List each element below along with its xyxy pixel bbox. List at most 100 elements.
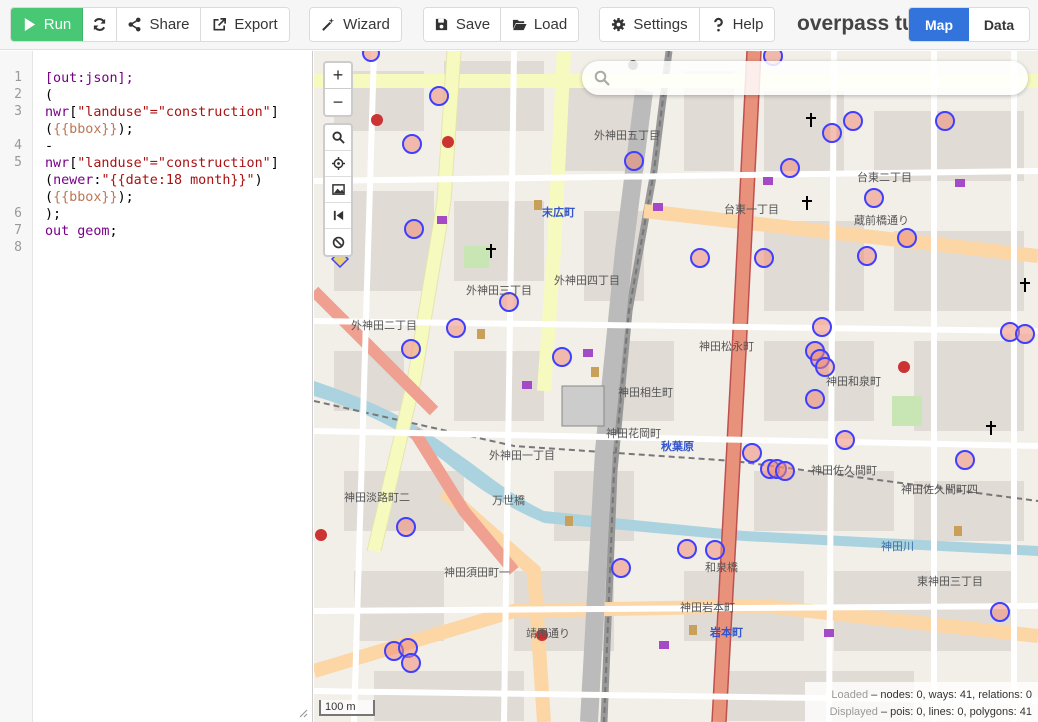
code-token: - (45, 139, 54, 154)
load-label: Load (533, 16, 568, 33)
query-editor[interactable]: 1 2 3 4 5 6 7 8 [out:json]; ( nwr["landu… (0, 51, 313, 722)
map-label: 台東二丁目 (857, 172, 912, 184)
map-label: 岩本町 (710, 627, 743, 639)
help-label: Help (732, 16, 764, 33)
map-label: 外神田四丁目 (554, 275, 620, 287)
map-label: 神田須田町一 (444, 567, 510, 579)
run-label: Run (43, 16, 72, 33)
map-tools-control (323, 123, 353, 257)
stats-displayed-value: – pois: 0, lines: 0, polygons: 41 (877, 706, 1032, 718)
share-button[interactable]: Share (117, 8, 201, 41)
code-line-5-wrap-1: (newer:"{{date:18 month}}") (45, 173, 263, 188)
resize-handle-icon[interactable] (298, 708, 308, 718)
map-view[interactable]: 外神田五丁目 外神田四丁目 外神田三丁目 外神田二丁目 外神田一丁目 末広町 秋… (314, 51, 1038, 722)
map-search-box (582, 61, 1028, 95)
code-token: ); (45, 207, 62, 222)
zoom-in-button[interactable]: + (325, 63, 351, 89)
magic-wand-icon (322, 17, 335, 31)
line-number: 1 (14, 70, 22, 85)
code-token: {{bbox}} (53, 122, 118, 137)
map-label: 靖国通り (526, 628, 570, 640)
map-label: 外神田五丁目 (594, 130, 660, 142)
code-token: "landuse"="construction" (77, 156, 271, 171)
map-label: 末広町 (542, 207, 575, 219)
line-number: 8 (14, 240, 22, 255)
code-token: nwr (45, 105, 70, 120)
crosshair-icon (331, 157, 345, 170)
code-token: "{{date:18 month}}" (101, 173, 255, 188)
fullscreen-button[interactable] (325, 203, 351, 229)
code-line-1: [out:json]; (45, 70, 134, 87)
map-label: 蔵前橋通り (854, 215, 909, 227)
map-label: 神田岩本町 (680, 602, 735, 614)
line-number: 6 (14, 206, 22, 221)
code-line-3-wrap: ({{bbox}}); (45, 122, 134, 137)
map-label: 神田松永町 (699, 341, 754, 353)
map-label: 東神田三丁目 (917, 576, 983, 588)
save-load-group: Save Load (423, 7, 579, 42)
save-button[interactable]: Save (424, 8, 501, 41)
share-label: Share (149, 16, 190, 33)
map-label: 神田花岡町 (606, 428, 661, 440)
wizard-label: Wizard (343, 16, 390, 33)
load-button[interactable]: Load (501, 8, 578, 41)
code-line-4: - (45, 138, 53, 155)
map-label: 神田相生町 (618, 387, 673, 399)
code-line-5: nwr["landuse"="construction"] (45, 156, 279, 171)
refresh-button[interactable] (83, 8, 117, 41)
step-backward-icon (333, 210, 343, 221)
data-stats: Loaded – nodes: 0, ways: 41, relations: … (805, 682, 1038, 722)
map-search-input[interactable] (618, 70, 1018, 86)
code-token: ; (109, 224, 118, 239)
code-line-5-wrap-2: ({{bbox}}); (45, 190, 134, 205)
external-link-icon (213, 18, 227, 31)
zoom-out-button[interactable]: − (325, 89, 351, 115)
share-icon (128, 17, 141, 32)
code-line-2: ( (45, 87, 53, 104)
code-line-6: ); (45, 206, 61, 223)
image-icon (331, 184, 345, 195)
code-token: nwr (45, 156, 70, 171)
map-label: 神田淡路町二 (344, 492, 410, 504)
stats-loaded-label: Loaded (831, 689, 869, 701)
zoom-control: + − (323, 61, 353, 117)
export-image-button[interactable] (325, 177, 351, 203)
stats-loaded-value: – nodes: 0, ways: 41, relations: 0 (868, 689, 1032, 701)
magnifier-icon (331, 131, 345, 144)
locate-me-button[interactable] (325, 151, 351, 177)
folder-open-icon (512, 19, 527, 31)
view-tabs: Map Data (908, 7, 1030, 42)
map-label: 和泉橋 (705, 562, 738, 574)
help-button[interactable]: Help (700, 8, 774, 41)
code-line-7: out geom; (45, 223, 118, 240)
line-number: 4 (14, 138, 22, 153)
save-label: Save (455, 16, 491, 33)
tab-data[interactable]: Data (969, 8, 1029, 41)
export-button[interactable]: Export (201, 8, 289, 41)
map-label: 外神田三丁目 (466, 285, 532, 297)
search-icon (594, 70, 610, 86)
tab-map[interactable]: Map (909, 8, 969, 41)
wizard-button[interactable]: Wizard (310, 8, 401, 41)
line-number-gutter: 1 2 3 4 5 6 7 8 (0, 51, 33, 722)
stats-displayed: Displayed – pois: 0, lines: 0, polygons:… (811, 704, 1032, 721)
map-label: 神田和泉町 (826, 376, 881, 388)
map-label: 神田佐久間町 (811, 465, 877, 477)
map-label: 秋葉原 (661, 441, 694, 453)
export-label: Export (234, 16, 278, 33)
settings-button[interactable]: Settings (600, 8, 700, 41)
stats-loaded: Loaded – nodes: 0, ways: 41, relations: … (811, 687, 1032, 704)
floppy-disk-icon (435, 18, 448, 31)
zoom-to-data-button[interactable] (325, 125, 351, 151)
clear-data-button[interactable] (325, 229, 351, 255)
refresh-icon (93, 18, 106, 31)
question-icon (713, 17, 723, 32)
code-token: newer (53, 173, 94, 188)
map-label: 万世橋 (492, 495, 525, 507)
code-token: [out:json]; (45, 71, 134, 86)
gear-icon (612, 17, 626, 32)
map-label: 台東一丁目 (724, 204, 779, 216)
settings-help-group: Settings Help (599, 7, 775, 42)
line-number: 3 (14, 104, 22, 119)
run-button[interactable]: Run (11, 8, 83, 41)
